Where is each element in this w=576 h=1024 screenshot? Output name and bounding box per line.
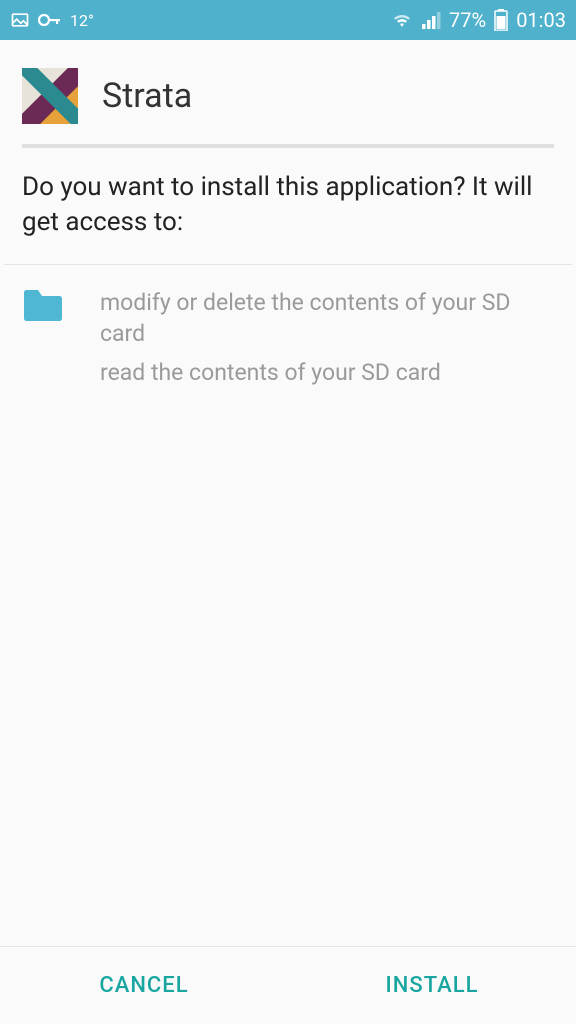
cancel-button[interactable]: CANCEL <box>0 947 288 1024</box>
permission-texts: modify or delete the contents of your SD… <box>100 287 554 388</box>
status-bar: 12° 77% 01:03 <box>0 0 576 40</box>
install-button[interactable]: INSTALL <box>288 947 576 1024</box>
status-bar-right: 77% 01:03 <box>391 8 566 32</box>
battery-icon <box>494 9 508 31</box>
status-bar-left: 12° <box>10 10 94 30</box>
permission-group-storage: modify or delete the contents of your SD… <box>22 287 554 388</box>
battery-percent: 77% <box>449 8 486 32</box>
app-icon <box>22 68 78 124</box>
wifi-icon <box>391 11 413 29</box>
permissions-list: modify or delete the contents of your SD… <box>0 265 576 946</box>
app-header: Strata <box>0 40 576 144</box>
permission-line: read the contents of your SD card <box>100 357 554 388</box>
folder-icon <box>22 289 64 327</box>
clock: 01:03 <box>516 8 566 32</box>
install-dialog: Strata Do you want to install this appli… <box>0 40 576 1024</box>
temperature-indicator: 12° <box>70 11 94 30</box>
permission-line: modify or delete the contents of your SD… <box>100 287 554 349</box>
key-icon <box>38 13 62 27</box>
picture-icon <box>10 10 30 30</box>
install-prompt: Do you want to install this application?… <box>0 148 576 264</box>
signal-icon <box>421 11 441 29</box>
app-name: Strata <box>102 76 192 116</box>
button-bar: CANCEL INSTALL <box>0 946 576 1024</box>
